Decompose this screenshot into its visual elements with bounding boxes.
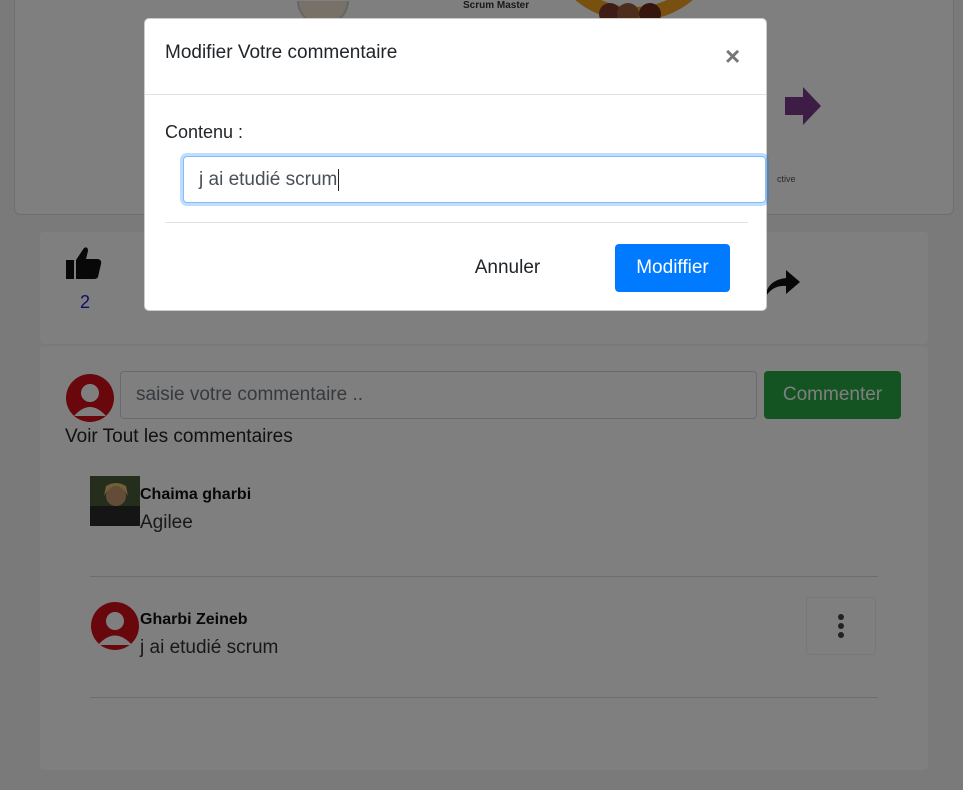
close-icon[interactable]: × (725, 43, 740, 69)
modify-button[interactable]: Modiffier (615, 244, 730, 292)
edit-comment-value: j ai etudié scrum (199, 168, 338, 190)
text-caret (338, 168, 340, 191)
modal-title: Modifier Votre commentaire (165, 42, 398, 63)
content-field-label: Contenu : (165, 122, 244, 142)
edit-comment-input[interactable]: j ai etudié scrum (183, 156, 766, 203)
edit-comment-modal: Modifier Votre commentaire × Contenu : j… (144, 18, 767, 311)
modal-footer-divider (165, 222, 748, 223)
cancel-button[interactable]: Annuler (455, 244, 560, 292)
modal-header-divider (145, 94, 766, 95)
